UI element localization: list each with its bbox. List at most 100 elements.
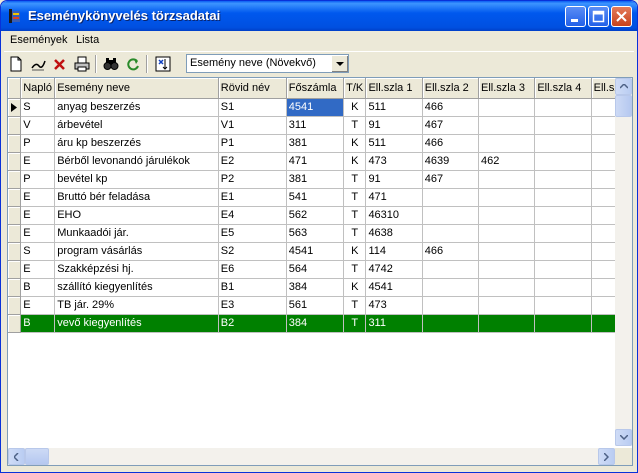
table-row[interactable]: E Bérből levonandó járulékok E2 471 K 473 4639…	[8, 152, 615, 171]
cell-ellszla-4[interactable]	[534, 98, 592, 117]
cell-tk[interactable]: T	[343, 188, 367, 207]
cell-ellszla-3[interactable]	[478, 224, 536, 243]
cell-ellszla-3[interactable]	[478, 206, 536, 225]
close-button[interactable]	[611, 6, 632, 27]
scroll-down-button[interactable]	[615, 429, 632, 446]
cell-naplo[interactable]: B	[20, 314, 56, 333]
cell-ellszla-1[interactable]: 4638	[365, 224, 423, 243]
table-row[interactable]: E EHO E4 562 T 46310	[8, 206, 615, 225]
column-header-rovid-nev[interactable]: Rövid név	[218, 78, 287, 99]
cell-rovid-nev[interactable]: B1	[218, 278, 287, 297]
menu-lista[interactable]: Lista	[76, 34, 99, 46]
cell-rovid-nev[interactable]: B2	[218, 314, 287, 333]
cell-tk[interactable]: T	[343, 170, 367, 189]
cell-rovid-nev[interactable]: E6	[218, 260, 287, 279]
menu-esemenyek[interactable]: Események	[10, 34, 67, 46]
cell-naplo[interactable]: E	[20, 188, 56, 207]
cell-rovid-nev[interactable]: V1	[218, 116, 287, 135]
cell-esemeny-neve[interactable]: Bérből levonandó járulékok	[54, 152, 219, 171]
table-row[interactable]: Pbevétel kp P2 381 T 91 467	[8, 170, 615, 189]
cell-ellszla-1[interactable]: 473	[365, 296, 423, 315]
row-indicator[interactable]	[8, 206, 22, 225]
scroll-right-button[interactable]	[598, 448, 615, 465]
cell-foszamla[interactable]: 4541	[286, 98, 345, 117]
row-indicator[interactable]	[8, 152, 22, 171]
cell-ellszla-5[interactable]	[591, 134, 615, 153]
cell-ellszla-5[interactable]	[591, 278, 615, 297]
refresh-icon[interactable]	[124, 55, 142, 73]
cell-ellszla-1[interactable]: 114	[365, 242, 423, 261]
row-indicator[interactable]	[8, 278, 22, 297]
cell-foszamla[interactable]: 4541	[286, 242, 345, 261]
cell-esemeny-neve[interactable]: TB jár. 29%	[54, 296, 219, 315]
table-row[interactable]: E Bruttó bér feladása E1 541 T 471	[8, 188, 615, 207]
cell-ellszla-4[interactable]	[534, 260, 592, 279]
cell-tk[interactable]: K	[343, 278, 367, 297]
cell-ellszla-5[interactable]	[591, 188, 615, 207]
cell-naplo[interactable]: E	[20, 224, 56, 243]
cell-naplo[interactable]: E	[20, 296, 56, 315]
column-header-ellszla-3[interactable]: Ell.szla 3	[478, 78, 536, 99]
cell-ellszla-3[interactable]	[478, 134, 536, 153]
cell-ellszla-2[interactable]: 466	[422, 134, 480, 153]
cell-ellszla-2[interactable]	[422, 260, 480, 279]
cell-ellszla-2[interactable]	[422, 314, 480, 333]
row-indicator[interactable]	[8, 116, 22, 135]
horizontal-scrollbar[interactable]	[8, 448, 615, 465]
cell-ellszla-4[interactable]	[534, 152, 592, 171]
cell-esemeny-neve[interactable]: program vásárlás	[54, 242, 219, 261]
cell-ellszla-2[interactable]: 466	[422, 98, 480, 117]
cell-ellszla-4[interactable]	[534, 116, 592, 135]
cell-ellszla-3[interactable]	[478, 260, 536, 279]
row-indicator[interactable]	[8, 188, 22, 207]
cell-ellszla-5[interactable]	[591, 98, 615, 117]
cell-foszamla[interactable]: 384	[286, 314, 345, 333]
column-header-ellszla-1[interactable]: Ell.szla 1	[365, 78, 423, 99]
cell-ellszla-3[interactable]	[478, 170, 536, 189]
cell-ellszla-3[interactable]	[478, 296, 536, 315]
table-row[interactable]: E TB jár. 29% E3 561 T 473	[8, 296, 615, 315]
cell-ellszla-5[interactable]	[591, 296, 615, 315]
cell-tk[interactable]: T	[343, 296, 367, 315]
edit-icon[interactable]	[29, 55, 47, 73]
maximize-button[interactable]	[588, 6, 609, 27]
cell-ellszla-4[interactable]	[534, 296, 592, 315]
cell-ellszla-2[interactable]: 4639	[422, 152, 480, 171]
cell-rovid-nev[interactable]: P1	[218, 134, 287, 153]
cell-naplo[interactable]: E	[20, 206, 56, 225]
cell-ellszla-5[interactable]	[591, 170, 615, 189]
cell-ellszla-2[interactable]	[422, 188, 480, 207]
table-row[interactable]: Sanyag beszerzés S1 4541 K 511 466	[8, 98, 615, 117]
cell-ellszla-3[interactable]	[478, 314, 536, 333]
cell-foszamla[interactable]: 563	[286, 224, 345, 243]
cell-naplo[interactable]: V	[20, 116, 56, 135]
column-header-ellszla-5[interactable]: Ell.szla 5	[591, 78, 615, 99]
horizontal-scroll-thumb[interactable]	[25, 448, 49, 465]
cell-foszamla[interactable]: 471	[286, 152, 345, 171]
cell-foszamla[interactable]: 564	[286, 260, 345, 279]
cell-esemeny-neve[interactable]: szállító kiegyenlítés	[54, 278, 219, 297]
cell-naplo[interactable]: P	[20, 134, 56, 153]
cell-ellszla-4[interactable]	[534, 224, 592, 243]
row-indicator[interactable]	[8, 314, 22, 333]
cell-ellszla-1[interactable]: 91	[365, 116, 423, 135]
table-row[interactable]: Bvevő kiegyenlítés B2 384 T 311	[8, 314, 615, 333]
cell-ellszla-5[interactable]	[591, 224, 615, 243]
cell-ellszla-1[interactable]: 511	[365, 134, 423, 153]
cell-rovid-nev[interactable]: S2	[218, 242, 287, 261]
cell-ellszla-1[interactable]: 91	[365, 170, 423, 189]
cell-ellszla-3[interactable]	[478, 242, 536, 261]
cell-tk[interactable]: K	[343, 134, 367, 153]
cell-rovid-nev[interactable]: E1	[218, 188, 287, 207]
table-row[interactable]: E Szakképzési hj. E6 564 T 4742	[8, 260, 615, 279]
cell-ellszla-1[interactable]: 46310	[365, 206, 423, 225]
column-header-foszamla[interactable]: Főszámla	[286, 78, 345, 99]
cell-ellszla-4[interactable]	[534, 206, 592, 225]
cell-esemeny-neve[interactable]: áru kp beszerzés	[54, 134, 219, 153]
cell-tk[interactable]: T	[343, 116, 367, 135]
table-row[interactable]: Bszállító kiegyenlítés B1 384 K 4541	[8, 278, 615, 297]
sort-order-select[interactable]: Esemény neve (Növekvő)	[186, 54, 349, 73]
cell-ellszla-1[interactable]: 4742	[365, 260, 423, 279]
cell-rovid-nev[interactable]: E2	[218, 152, 287, 171]
cell-foszamla[interactable]: 381	[286, 170, 345, 189]
